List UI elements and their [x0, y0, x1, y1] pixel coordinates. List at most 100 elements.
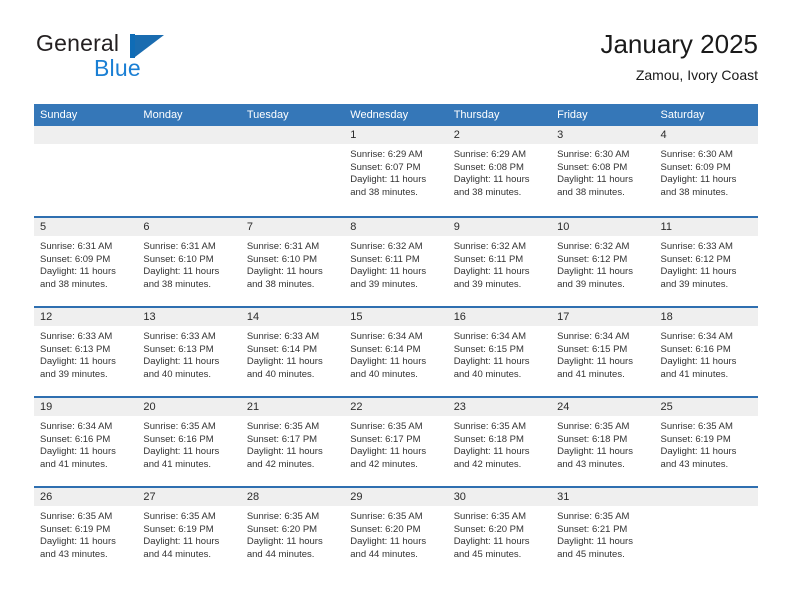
- day-number: 16: [453, 311, 466, 323]
- day-details: Sunrise: 6:35 AM Sunset: 6:17 PM Daylight:…: [241, 416, 344, 471]
- calendar-day-cell[interactable]: 31 Sunrise: 6:35 AM Sunset: 6:21 PM Dayligh…: [551, 488, 655, 576]
- day-detail-line: Sunset: 6:21 PM: [557, 523, 628, 535]
- calendar-day-cell[interactable]: 18 Sunrise: 6:34 AM Sunset: 6:16 PM Dayligh…: [654, 308, 758, 396]
- day-detail-line: Sunrise: 6:35 AM: [40, 511, 113, 522]
- day-detail-line: Sunrise: 6:35 AM: [143, 421, 216, 432]
- weekday-header-sunday: Sunday: [40, 109, 78, 121]
- day-number-band: 12: [34, 308, 138, 326]
- day-number-band: [137, 126, 241, 144]
- day-detail-line: and 38 minutes.: [557, 186, 625, 198]
- day-detail-line: Sunset: 6:19 PM: [143, 523, 214, 535]
- calendar-day-cell[interactable]: 28 Sunrise: 6:35 AM Sunset: 6:20 PM Dayligh…: [240, 488, 345, 576]
- calendar-page: General Blue January 2025 Zamou, Ivory C…: [0, 0, 792, 612]
- day-details: Sunrise: 6:32 AM Sunset: 6:11 PM Daylight:…: [448, 236, 551, 291]
- calendar-day-cell[interactable]: 10 Sunrise: 6:32 AM Sunset: 6:12 PM Dayligh…: [551, 218, 655, 306]
- calendar-day-cell[interactable]: 19 Sunrise: 6:34 AM Sunset: 6:16 PM Dayligh…: [34, 398, 138, 486]
- calendar-day-cell[interactable]: 14 Sunrise: 6:33 AM Sunset: 6:14 PM Dayligh…: [240, 308, 345, 396]
- calendar-day-cell[interactable]: 15 Sunrise: 6:34 AM Sunset: 6:14 PM Dayligh…: [344, 308, 448, 396]
- calendar-grid: Sunday Monday Tuesday Wednesday Thursday Frid…: [34, 104, 758, 576]
- calendar-day-cell[interactable]: 30 Sunrise: 6:35 AM Sunset: 6:20 PM Dayligh…: [447, 488, 552, 576]
- weekday-header-friday: Friday: [557, 109, 588, 121]
- day-number: 2: [453, 129, 460, 141]
- day-number: 7: [246, 221, 253, 233]
- day-number-band: 3: [551, 126, 655, 144]
- day-detail-line: and 39 minutes.: [660, 278, 729, 290]
- day-details: Sunrise: 6:35 AM Sunset: 6:19 PM Daylight:…: [34, 506, 137, 561]
- day-detail-line: Sunset: 6:18 PM: [557, 433, 628, 445]
- weekday-header-row: Sunday Monday Tuesday Wednesday Thursday Frid…: [34, 104, 758, 126]
- day-detail-line: Daylight: 11 hours: [660, 266, 737, 277]
- calendar-day-cell[interactable]: 21 Sunrise: 6:35 AM Sunset: 6:17 PM Dayligh…: [240, 398, 345, 486]
- calendar-day-cell[interactable]: 3 Sunrise: 6:30 AM Sunset: 6:08 PM Daylight…: [551, 126, 655, 216]
- day-number: 15: [350, 311, 363, 323]
- calendar-day-cell[interactable]: 13 Sunrise: 6:33 AM Sunset: 6:13 PM Dayligh…: [137, 308, 241, 396]
- weekday-header-monday: Monday: [143, 109, 183, 121]
- calendar-day-cell[interactable]: 25 Sunrise: 6:35 AM Sunset: 6:19 PM Dayligh…: [654, 398, 758, 486]
- calendar-day-cell[interactable]: 24 Sunrise: 6:35 AM Sunset: 6:18 PM Dayligh…: [551, 398, 655, 486]
- day-detail-line: Sunset: 6:17 PM: [246, 433, 318, 445]
- brand-name-blue: Blue: [94, 55, 141, 81]
- day-detail-line: and 42 minutes.: [246, 458, 315, 470]
- calendar-day-cell[interactable]: 11 Sunrise: 6:33 AM Sunset: 6:12 PM Dayligh…: [654, 218, 758, 306]
- calendar-day-cell[interactable]: 22 Sunrise: 6:35 AM Sunset: 6:17 PM Dayligh…: [344, 398, 448, 486]
- day-number-band: 23: [447, 398, 552, 416]
- day-details: [34, 144, 137, 149]
- day-number: 9: [453, 221, 460, 233]
- day-detail-line: Daylight: 11 hours: [40, 536, 116, 547]
- calendar-day-cell[interactable]: 6 Sunrise: 6:31 AM Sunset: 6:10 PM Daylight…: [137, 218, 241, 306]
- day-detail-line: Daylight: 11 hours: [453, 356, 530, 367]
- day-detail-line: Sunset: 6:12 PM: [557, 253, 628, 265]
- day-number-band: 2: [447, 126, 552, 144]
- day-detail-line: Sunset: 6:16 PM: [40, 433, 111, 445]
- calendar-day-cell[interactable]: 29 Sunrise: 6:35 AM Sunset: 6:20 PM Dayligh…: [344, 488, 448, 576]
- day-detail-line: and 41 minutes.: [660, 368, 729, 380]
- day-detail-line: Sunset: 6:11 PM: [453, 253, 524, 265]
- day-details: Sunrise: 6:31 AM Sunset: 6:09 PM Daylight:…: [34, 236, 137, 291]
- page-title: January 2025: [600, 29, 758, 59]
- day-detail-line: Sunrise: 6:32 AM: [557, 241, 630, 252]
- calendar-day-cell[interactable]: 26 Sunrise: 6:35 AM Sunset: 6:19 PM Dayligh…: [34, 488, 138, 576]
- day-details: Sunrise: 6:35 AM Sunset: 6:20 PM Daylight:…: [241, 506, 344, 561]
- day-details: Sunrise: 6:35 AM Sunset: 6:21 PM Daylight:…: [551, 506, 654, 561]
- calendar-day-cell[interactable]: 9 Sunrise: 6:32 AM Sunset: 6:11 PM Daylight…: [447, 218, 552, 306]
- day-detail-line: and 38 minutes.: [453, 186, 522, 198]
- day-number-band: 26: [34, 488, 138, 506]
- day-detail-line: and 42 minutes.: [350, 458, 418, 470]
- calendar-day-cell[interactable]: 2 Sunrise: 6:29 AM Sunset: 6:08 PM Daylight…: [447, 126, 552, 216]
- calendar-day-cell[interactable]: 4 Sunrise: 6:30 AM Sunset: 6:09 PM Daylight…: [654, 126, 758, 216]
- day-details: Sunrise: 6:34 AM Sunset: 6:14 PM Daylight:…: [344, 326, 447, 381]
- calendar-day-cell[interactable]: 7 Sunrise: 6:31 AM Sunset: 6:10 PM Daylight…: [240, 218, 345, 306]
- day-detail-line: Sunset: 6:20 PM: [246, 523, 318, 535]
- day-detail-line: Sunset: 6:09 PM: [660, 161, 731, 173]
- day-number: 29: [350, 491, 363, 503]
- day-detail-line: Daylight: 11 hours: [557, 174, 633, 185]
- day-detail-line: Sunset: 6:13 PM: [143, 343, 214, 355]
- calendar-week-row: 26 Sunrise: 6:35 AM Sunset: 6:19 PM Dayligh…: [34, 486, 758, 576]
- day-detail-line: Sunset: 6:11 PM: [350, 253, 420, 265]
- calendar-day-cell[interactable]: 12 Sunrise: 6:33 AM Sunset: 6:13 PM Dayligh…: [34, 308, 138, 396]
- calendar-day-cell[interactable]: 20 Sunrise: 6:35 AM Sunset: 6:16 PM Dayligh…: [137, 398, 241, 486]
- day-details: Sunrise: 6:34 AM Sunset: 6:15 PM Daylight:…: [448, 326, 551, 381]
- day-number: 5: [40, 221, 47, 233]
- calendar-day-cell[interactable]: 1 Sunrise: 6:29 AM Sunset: 6:07 PM Daylight…: [344, 126, 448, 216]
- calendar-day-cell[interactable]: 16 Sunrise: 6:34 AM Sunset: 6:15 PM Dayligh…: [447, 308, 552, 396]
- day-detail-line: and 41 minutes.: [40, 458, 108, 470]
- day-detail-line: and 44 minutes.: [350, 548, 418, 560]
- day-number-band: 27: [137, 488, 241, 506]
- day-number: 22: [350, 401, 363, 413]
- calendar-day-cell[interactable]: 5 Sunrise: 6:31 AM Sunset: 6:09 PM Daylight…: [34, 218, 138, 306]
- day-detail-line: and 39 minutes.: [40, 368, 108, 380]
- day-detail-line: Daylight: 11 hours: [40, 266, 116, 277]
- day-detail-line: Sunrise: 6:34 AM: [660, 331, 733, 342]
- calendar-day-cell[interactable]: 17 Sunrise: 6:34 AM Sunset: 6:15 PM Dayligh…: [551, 308, 655, 396]
- day-details: Sunrise: 6:32 AM Sunset: 6:11 PM Daylight:…: [344, 236, 447, 291]
- brand-logo[interactable]: General Blue: [34, 28, 264, 90]
- day-number-band: [654, 488, 758, 506]
- day-details: [137, 144, 240, 149]
- calendar-day-cell[interactable]: 23 Sunrise: 6:35 AM Sunset: 6:18 PM Dayligh…: [447, 398, 552, 486]
- day-detail-line: Daylight: 11 hours: [453, 174, 530, 185]
- day-detail-line: Daylight: 11 hours: [246, 266, 323, 277]
- calendar-day-cell[interactable]: 8 Sunrise: 6:32 AM Sunset: 6:11 PM Daylight…: [344, 218, 448, 306]
- day-detail-line: Sunset: 6:20 PM: [453, 523, 524, 535]
- calendar-day-cell[interactable]: 27 Sunrise: 6:35 AM Sunset: 6:19 PM Dayligh…: [137, 488, 241, 576]
